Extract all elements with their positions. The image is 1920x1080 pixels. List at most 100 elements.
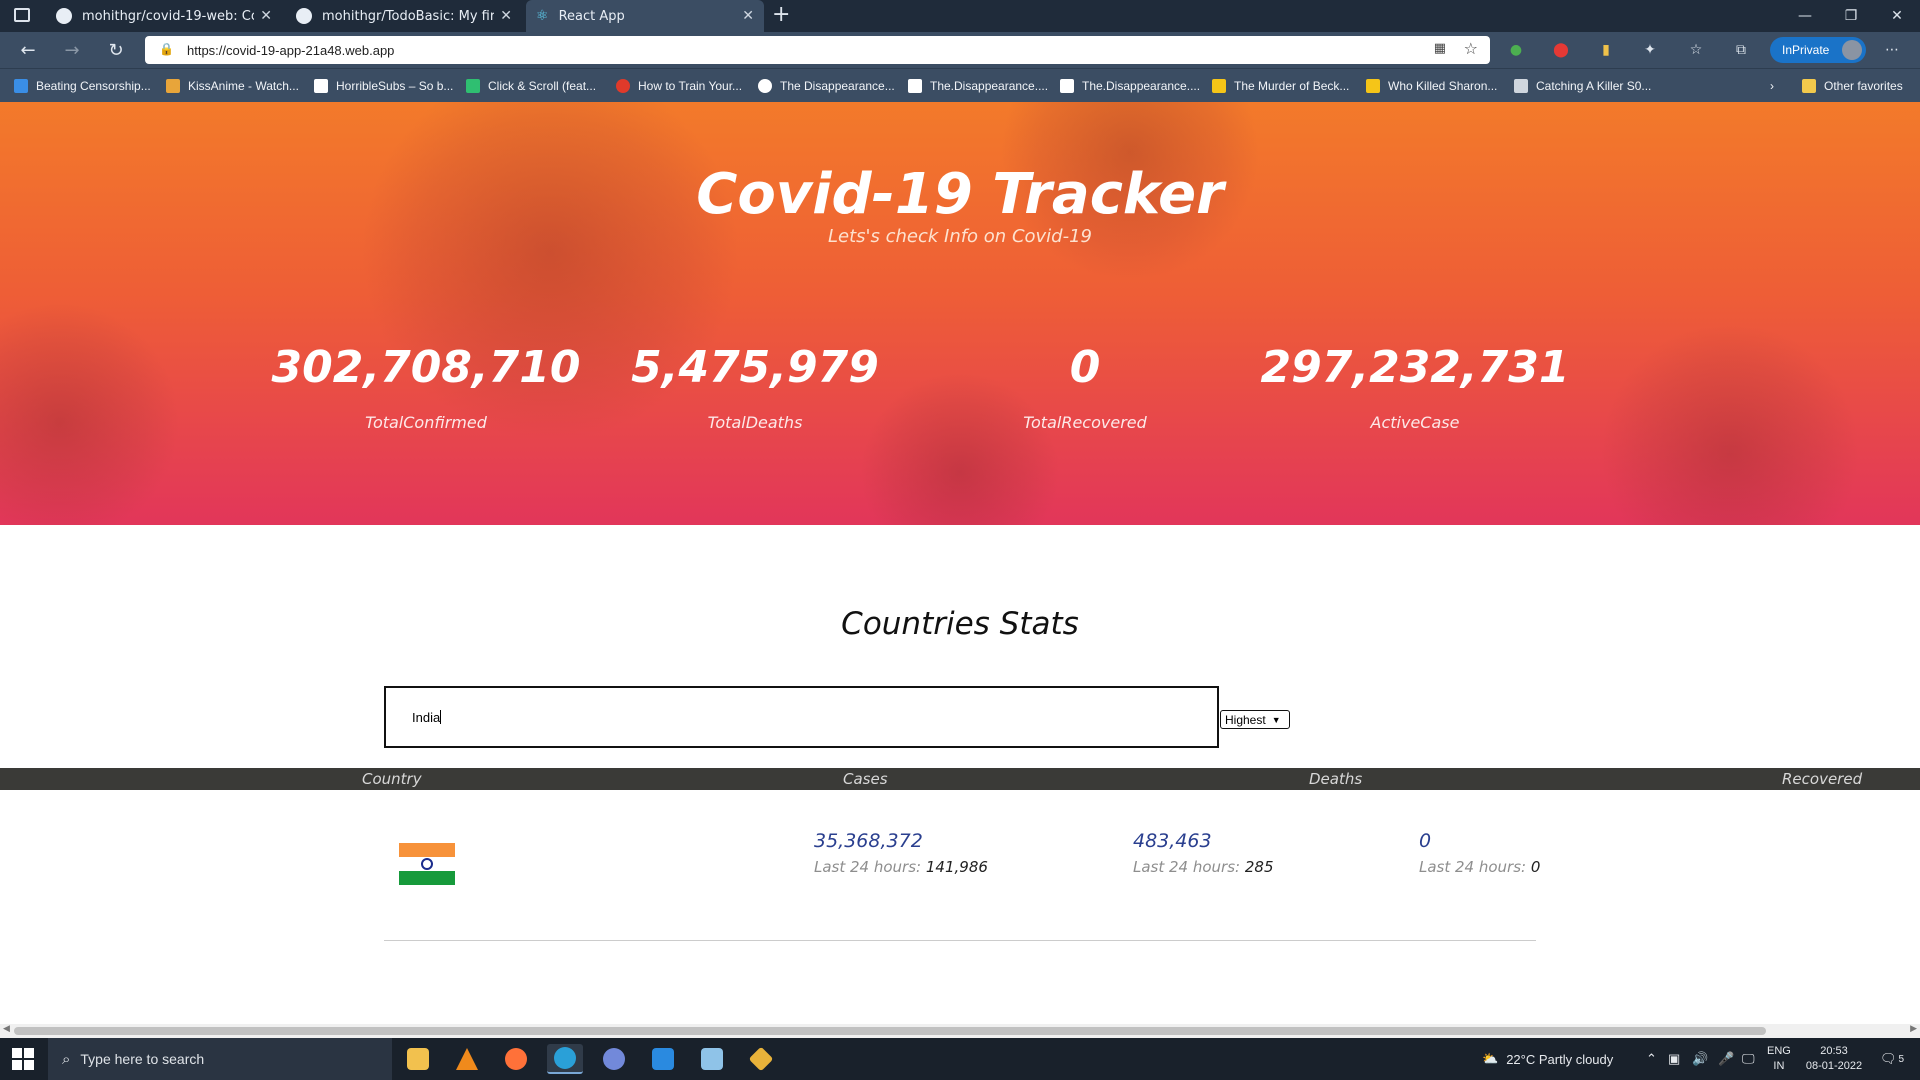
search-placeholder: Type here to search [80, 1051, 205, 1067]
more-options-icon[interactable]: ⋯ [1882, 40, 1902, 60]
close-icon[interactable]: ✕ [500, 8, 512, 24]
stat-label: TotalRecovered [1023, 413, 1147, 432]
page-subtitle: Lets's check Info on Covid-19 [828, 226, 1092, 247]
favorites-overflow-icon[interactable]: › [1770, 77, 1774, 95]
edge-icon[interactable] [547, 1044, 583, 1074]
favorite-label: The.Disappearance.... [1082, 79, 1201, 93]
git-icon[interactable] [743, 1044, 779, 1074]
favorite-item[interactable]: The Disappearance... [758, 77, 895, 95]
column-header-country: Country [362, 770, 422, 788]
browser-tab-strip: mohithgr/covid-19-web: Covid-1 ✕ mohithg… [0, 0, 1920, 32]
stat-value: 5,475,979 [631, 342, 879, 393]
sort-selected-value: Highest [1225, 712, 1266, 727]
file-explorer-icon[interactable] [400, 1044, 436, 1074]
stat-label: TotalConfirmed [365, 413, 487, 432]
horizontal-scrollbar[interactable]: ◀ ▶ [0, 1024, 1920, 1038]
recovered-value: 0 [1419, 830, 1432, 852]
vlc-icon[interactable] [449, 1044, 485, 1074]
react-icon: ⚛ [536, 8, 549, 24]
tab-title: mohithgr/covid-19-web: Covid-1 [82, 8, 254, 24]
new-tab-button[interactable]: + [772, 2, 790, 27]
back-button[interactable]: ← [14, 36, 42, 64]
meet-now-icon[interactable]: ▣ [1668, 1038, 1680, 1080]
favorite-label: Click & Scroll (feat... [488, 79, 597, 93]
favorite-label: The Disappearance... [780, 79, 895, 93]
notification-center-icon[interactable]: 🗨 5 [1880, 1038, 1904, 1080]
extensions-puzzle-icon[interactable]: ✦ [1640, 40, 1660, 60]
bookmark-icon [466, 79, 480, 93]
favorite-item[interactable]: Click & Scroll (feat... [466, 77, 596, 95]
scroll-left-icon[interactable]: ◀ [3, 1024, 10, 1034]
cases-value: 35,368,372 [814, 830, 923, 852]
scroll-right-icon[interactable]: ▶ [1910, 1024, 1917, 1034]
deaths-cell: 483,463 Last 24 hours: 285 [1133, 830, 1274, 876]
favorite-label: HorribleSubs – So b... [336, 79, 454, 93]
windows-start-icon[interactable] [12, 1048, 34, 1070]
search-value: India [412, 709, 441, 725]
tab-react-app[interactable]: ⚛ React App ✕ [526, 0, 764, 32]
tab-github-todo[interactable]: mohithgr/TodoBasic: My first Re ✕ [286, 0, 522, 32]
adblock-icon[interactable]: ⬤ [1551, 40, 1571, 60]
vscode-icon[interactable] [645, 1044, 681, 1074]
favorite-item[interactable]: The Murder of Beck... [1212, 77, 1349, 95]
stat-total-deaths: 5,475,979 TotalDeaths [590, 342, 920, 432]
last-24h-label: Last 24 hours: [1419, 858, 1527, 876]
country-search-input[interactable]: India [384, 686, 1219, 748]
favorite-star-icon[interactable]: ☆ [1464, 39, 1478, 58]
favorite-item[interactable]: Catching A Killer S0... [1514, 77, 1651, 95]
read-aloud-icon[interactable]: ▦ [1434, 41, 1446, 56]
favorites-icon[interactable]: ☆ [1686, 40, 1706, 60]
favorite-item[interactable]: KissAnime - Watch... [166, 77, 299, 95]
close-window-button[interactable]: ✕ [1874, 0, 1920, 32]
google-icon [758, 79, 772, 93]
collections-icon[interactable]: ⧉ [1731, 40, 1751, 60]
language-indicator[interactable]: ENG IN [1767, 1038, 1791, 1080]
page-icon [1514, 79, 1528, 93]
microphone-icon[interactable]: 🎤 [1718, 1038, 1734, 1080]
tab-actions-icon[interactable] [14, 8, 30, 22]
stat-total-confirmed: 302,708,710 TotalConfirmed [261, 342, 591, 432]
weather-text: 22°C Partly cloudy [1506, 1051, 1614, 1067]
favorite-item[interactable]: Who Killed Sharon... [1366, 77, 1497, 95]
notepad-icon[interactable] [694, 1044, 730, 1074]
favorite-item[interactable]: Beating Censorship... [14, 77, 151, 95]
sort-select[interactable]: Highest ▼ [1220, 710, 1290, 729]
close-icon[interactable]: ✕ [260, 8, 272, 24]
table-header: Country Cases Deaths Recovered [0, 768, 1920, 790]
favorite-item[interactable]: HorribleSubs – So b... [314, 77, 453, 95]
taskbar-search-input[interactable]: ⌕ Type here to search [48, 1038, 392, 1080]
region-code: IN [1773, 1060, 1785, 1072]
scrollbar-thumb[interactable] [14, 1027, 1766, 1035]
weather-widget[interactable]: ⛅ 22°C Partly cloudy [1482, 1038, 1613, 1080]
minimize-button[interactable]: — [1782, 0, 1828, 32]
virus-decoration [1600, 322, 1860, 525]
volume-icon[interactable]: 🔊 [1692, 1038, 1708, 1080]
favorite-label: The.Disappearance.... [930, 79, 1049, 93]
favorite-item[interactable]: The.Disappearance.... [908, 77, 1048, 95]
discord-icon[interactable] [596, 1044, 632, 1074]
refresh-button[interactable]: ↻ [102, 36, 130, 64]
other-favorites-label: Other favorites [1824, 79, 1903, 93]
tab-github-covid[interactable]: mohithgr/covid-19-web: Covid-1 ✕ [46, 0, 282, 32]
stat-total-recovered: 0 TotalRecovered [920, 342, 1250, 432]
recovered-cell: 0 Last 24 hours: 0 [1419, 830, 1540, 876]
column-header-deaths: Deaths [1309, 770, 1363, 788]
firefox-icon[interactable] [498, 1044, 534, 1074]
other-favorites[interactable]: Other favorites [1802, 77, 1903, 95]
bookmark-icon [166, 79, 180, 93]
color-extension-icon[interactable]: ▮ [1596, 40, 1616, 60]
favorite-item[interactable]: How to Train Your... [616, 77, 742, 95]
inprivate-button[interactable]: InPrivate [1770, 37, 1866, 63]
network-icon[interactable]: 🖵 [1742, 1038, 1755, 1080]
restore-button[interactable]: ❐ [1828, 0, 1874, 32]
stat-label: TotalDeaths [707, 413, 803, 432]
show-hidden-icons[interactable]: ⌃ [1646, 1038, 1657, 1080]
forward-button[interactable]: → [58, 36, 86, 64]
clock[interactable]: 20:53 08-01-2022 [1802, 1038, 1866, 1080]
favorite-item[interactable]: The.Disappearance.... [1060, 77, 1200, 95]
last-24h-value: 0 [1530, 858, 1541, 876]
extension-icon[interactable]: ● [1506, 40, 1526, 60]
close-icon[interactable]: ✕ [742, 8, 754, 24]
language-code: ENG [1767, 1045, 1791, 1057]
address-bar[interactable]: 🔒 https://covid-19-app-21a48.web.app ▦ ☆ [145, 36, 1490, 64]
